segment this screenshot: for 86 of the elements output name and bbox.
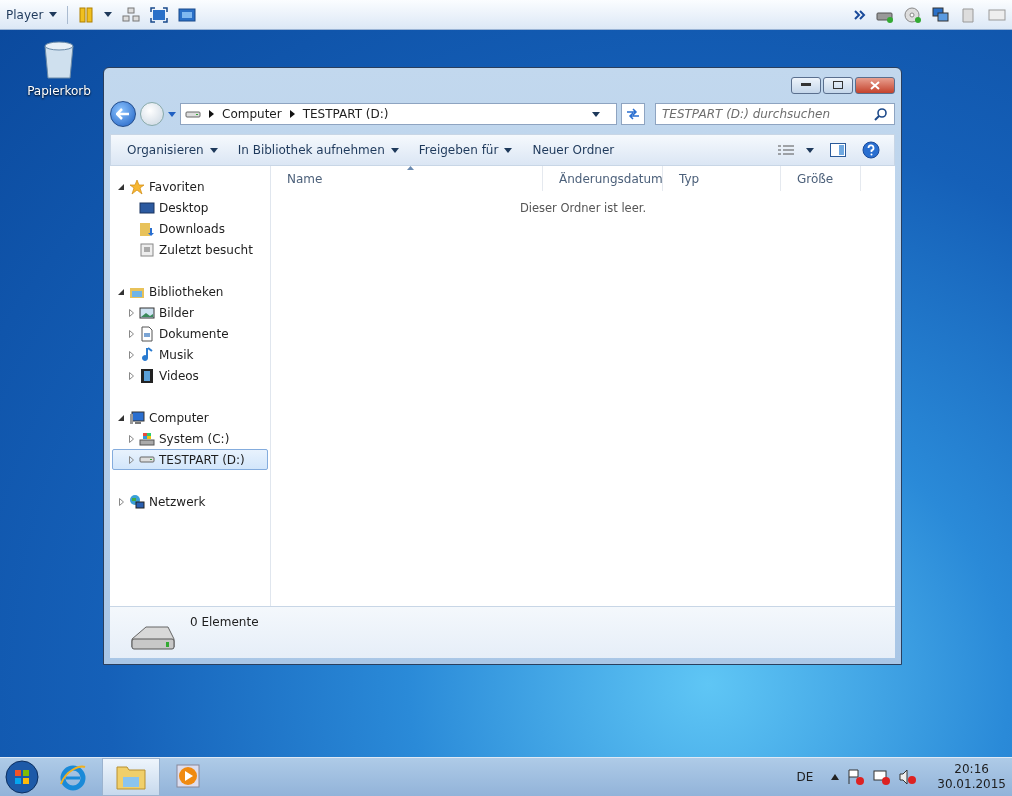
collapsed-triangle-icon [128,371,134,380]
recycle-bin-icon[interactable] [42,38,76,80]
caret-icon [504,147,513,153]
collapsed-triangle-icon [128,455,134,464]
nav-item[interactable]: Dokumente [112,323,268,344]
caret-icon [806,147,814,153]
disc-icon[interactable] [904,6,922,23]
windows-logo-icon [5,760,39,794]
close-icon [870,80,880,90]
pictures-icon [139,304,155,321]
search-field[interactable]: TESTPART (D:) durchsuchen [655,103,895,125]
breadcrumb[interactable]: Computer [222,107,282,121]
address-bar[interactable]: Computer TESTPART (D:) [180,103,617,125]
nav-item[interactable]: Desktop [112,197,268,218]
close-button[interactable] [855,76,895,94]
item-count: 0 Elemente [190,615,259,631]
videos-icon [139,367,155,384]
toolbar-button[interactable]: Freigeben für [410,139,521,161]
player-menu[interactable]: Player [6,7,58,22]
clock[interactable]: 20:16 30.01.2015 [937,762,1006,792]
refresh-icon [626,108,640,120]
speaker-muted-icon[interactable] [899,769,918,785]
maximize-button[interactable] [823,76,853,94]
toolbar-button[interactable]: Organisieren [119,139,226,161]
search-icon [874,107,888,121]
browser-icon [58,762,88,792]
star-icon [129,178,145,195]
expanded-triangle-icon [118,183,124,190]
sysdrive-icon [139,430,155,447]
nav-item[interactable]: Favoriten [112,176,268,197]
collapsed-triangle-icon [128,308,134,317]
computer-icon [129,409,145,426]
toolbar-button[interactable]: Neuer Ordner [524,139,623,161]
caret-icon[interactable] [168,111,176,117]
collapsed-triangle-icon [128,434,134,443]
caret-icon [390,147,399,153]
up-arrow-icon[interactable] [831,774,840,780]
fullscreen-icon[interactable] [150,6,169,23]
downloads-icon [139,220,155,237]
minimize-icon [801,83,811,87]
help-icon [862,141,880,159]
nav-item[interactable]: Bilder [112,302,268,323]
double-chevron-icon[interactable] [854,8,866,21]
minimize-button[interactable] [791,76,821,94]
caret-icon [592,111,600,117]
expanded-triangle-icon [118,288,124,295]
breadcrumb-arrow-icon[interactable] [289,110,295,118]
desktop-icon [139,199,155,216]
toolbar-button[interactable]: In Bibliothek aufnehmen [229,139,407,161]
flag-icon[interactable] [847,769,866,785]
collapsed-triangle-icon [128,350,134,359]
breadcrumb-arrow-icon[interactable] [209,110,214,118]
recent-icon [139,241,155,258]
network-adapter-icon[interactable] [932,6,950,23]
caret-icon [104,12,113,17]
music-icon [139,346,155,363]
nav-item[interactable]: Downloads [112,218,268,239]
collapsed-triangle-icon [118,497,124,506]
caret-icon [209,147,218,153]
nav-item[interactable]: Netzwerk [112,491,268,512]
empty-folder-message: Dieser Ordner ist leer. [518,201,648,215]
language-indicator[interactable]: DE [796,770,814,784]
preview-pane-icon [830,143,846,157]
breadcrumb[interactable]: TESTPART (D:) [302,107,389,121]
play-icon [175,763,203,791]
expanded-triangle-icon [118,414,124,421]
collapsed-triangle-icon [128,329,134,338]
desktop-icon-label[interactable]: Papierkorb [27,84,91,98]
nav-item[interactable]: System (C:) [112,428,268,449]
drive-icon [185,110,201,118]
back-arrow-icon [116,108,130,120]
nav-item[interactable]: TESTPART (D:) [112,449,268,470]
caret-icon [49,12,58,17]
nav-item[interactable]: Videos [112,365,268,386]
nav-item[interactable]: Bibliotheken [112,281,268,302]
documents-icon [139,325,155,342]
refresh-button[interactable] [621,103,645,125]
nav-item[interactable]: Musik [112,344,268,365]
pause-icon[interactable] [78,6,95,23]
nav-item[interactable]: Computer [112,407,268,428]
maximize-icon [833,81,843,89]
back-button[interactable] [110,101,136,127]
list-view-icon [778,145,794,155]
window-icon[interactable] [178,6,197,23]
drive-icon [139,456,155,463]
nav-item[interactable]: Zuletzt besucht [112,239,268,260]
